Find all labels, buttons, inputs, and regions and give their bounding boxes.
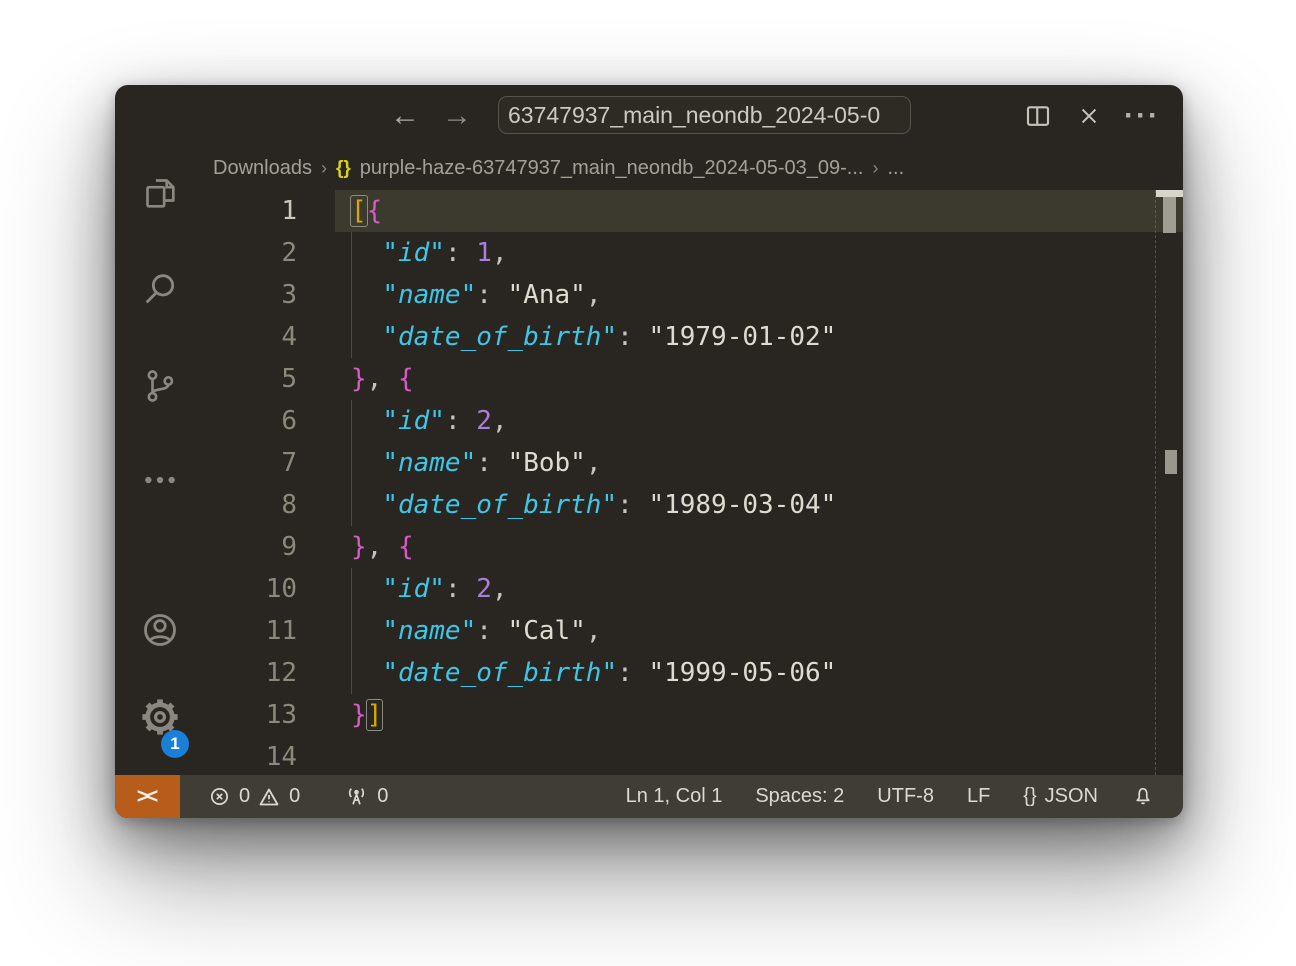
code-line[interactable]: 10 "id": 2, <box>215 568 1183 610</box>
code-line[interactable]: 13}] <box>215 694 1183 736</box>
language-label: JSON <box>1045 785 1098 808</box>
minimap-border <box>1155 190 1156 775</box>
command-center-title[interactable]: 63747937_main_neondb_2024-05-0 <box>498 96 911 134</box>
code-line[interactable]: 11 "name": "Cal", <box>215 610 1183 652</box>
code-line[interactable]: 3 "name": "Ana", <box>215 274 1183 316</box>
ports-forwarded[interactable]: 0 <box>344 784 388 809</box>
line-number[interactable]: 1 <box>215 190 297 232</box>
code-line[interactable]: 4 "date_of_birth": "1979-01-02" <box>215 316 1183 358</box>
line-number[interactable]: 13 <box>215 694 297 736</box>
split-editor-icon[interactable] <box>1020 98 1056 134</box>
minimize-window-button[interactable] <box>173 98 198 123</box>
activity-bar: 1 <box>115 147 215 775</box>
braces-icon: {} <box>1023 785 1036 808</box>
ports-count: 0 <box>377 785 388 808</box>
remote-indicator-icon[interactable]: >< <box>115 775 180 818</box>
line-number[interactable]: 2 <box>215 232 297 274</box>
problems-warnings[interactable]: 0 <box>257 785 300 809</box>
code-line[interactable]: 6 "id": 2, <box>215 400 1183 442</box>
line-number[interactable]: 3 <box>215 274 297 316</box>
code-text[interactable]: [{ <box>297 190 382 232</box>
notifications-bell-icon[interactable] <box>1131 785 1155 809</box>
indentation-setting[interactable]: Spaces: 2 <box>755 785 844 808</box>
warning-count: 0 <box>289 785 300 808</box>
code-line[interactable]: 5}, { <box>215 358 1183 400</box>
breadcrumb-file[interactable]: purple-haze-63747937_main_neondb_2024-05… <box>360 157 864 180</box>
code-line[interactable]: 8 "date_of_birth": "1989-03-04" <box>215 484 1183 526</box>
language-mode[interactable]: {} JSON <box>1023 785 1098 808</box>
code-text[interactable]: "date_of_birth": "1999-05-06" <box>297 652 836 694</box>
scrollbar-decoration[interactable] <box>1165 450 1177 474</box>
breadcrumb-overflow[interactable]: ... <box>887 157 904 180</box>
back-arrow-icon[interactable]: ← <box>385 85 425 147</box>
code-text[interactable]: "date_of_birth": "1979-01-02" <box>297 316 836 358</box>
code-line[interactable]: 1[{ <box>215 190 1183 232</box>
breadcrumb: Downloads › {} purple-haze-63747937_main… <box>213 147 1173 190</box>
accounts-icon[interactable] <box>136 606 184 654</box>
code-line[interactable]: 12 "date_of_birth": "1999-05-06" <box>215 652 1183 694</box>
code-text[interactable]: }, { <box>297 526 414 568</box>
settings-gear-icon[interactable]: 1 <box>136 693 184 741</box>
search-icon[interactable] <box>136 265 184 313</box>
minimap-highlight <box>1156 190 1183 197</box>
editor-pane[interactable]: 1[{2 "id": 1,3 "name": "Ana",4 "date_of_… <box>215 190 1183 775</box>
title-bar: ← → 63747937_main_neondb_2024-05-0 ··· <box>115 85 1183 147</box>
line-number[interactable]: 6 <box>215 400 297 442</box>
status-bar: >< 0 0 0 <box>115 775 1183 818</box>
forward-arrow-icon[interactable]: → <box>437 85 477 147</box>
code-text[interactable]: "name": "Cal", <box>297 610 601 652</box>
more-views-icon[interactable] <box>136 456 184 504</box>
close-window-button[interactable] <box>131 98 156 123</box>
json-file-icon: {} <box>336 158 351 180</box>
source-control-icon[interactable] <box>136 362 184 410</box>
code-text[interactable]: "name": "Ana", <box>297 274 601 316</box>
vscode-window: ← → 63747937_main_neondb_2024-05-0 ··· D… <box>115 85 1183 818</box>
line-number[interactable]: 7 <box>215 442 297 484</box>
close-editor-icon[interactable] <box>1071 98 1107 134</box>
line-number[interactable]: 9 <box>215 526 297 568</box>
minimap-slider[interactable] <box>1163 197 1176 233</box>
code-line[interactable]: 2 "id": 1, <box>215 232 1183 274</box>
code-text[interactable]: }] <box>297 694 382 736</box>
code-lines: 1[{2 "id": 1,3 "name": "Ana",4 "date_of_… <box>215 190 1183 775</box>
encoding-setting[interactable]: UTF-8 <box>877 785 934 808</box>
code-line[interactable]: 9}, { <box>215 526 1183 568</box>
line-number[interactable]: 11 <box>215 610 297 652</box>
line-number[interactable]: 10 <box>215 568 297 610</box>
line-number[interactable]: 5 <box>215 358 297 400</box>
code-text[interactable]: "id": 1, <box>297 232 508 274</box>
settings-badge: 1 <box>161 730 189 758</box>
code-text[interactable]: }, { <box>297 358 414 400</box>
line-number[interactable]: 8 <box>215 484 297 526</box>
code-text[interactable]: "name": "Bob", <box>297 442 601 484</box>
breadcrumb-folder[interactable]: Downloads <box>213 157 312 180</box>
error-count: 0 <box>239 785 250 808</box>
code-text[interactable]: "id": 2, <box>297 568 508 610</box>
chevron-right-icon: › <box>321 158 327 179</box>
code-text[interactable]: "id": 2, <box>297 400 508 442</box>
problems-errors[interactable]: 0 <box>208 785 250 808</box>
chevron-right-icon: › <box>872 158 878 179</box>
explorer-icon[interactable] <box>136 169 184 217</box>
line-number[interactable]: 4 <box>215 316 297 358</box>
code-text[interactable] <box>297 736 351 775</box>
more-actions-icon[interactable]: ··· <box>1124 98 1160 134</box>
line-number[interactable]: 14 <box>215 736 297 775</box>
cursor-position[interactable]: Ln 1, Col 1 <box>626 785 723 808</box>
line-number[interactable]: 12 <box>215 652 297 694</box>
code-line[interactable]: 14 <box>215 736 1183 775</box>
maximize-window-button[interactable] <box>215 98 240 123</box>
code-line[interactable]: 7 "name": "Bob", <box>215 442 1183 484</box>
code-text[interactable]: "date_of_birth": "1989-03-04" <box>297 484 836 526</box>
eol-setting[interactable]: LF <box>967 785 990 808</box>
